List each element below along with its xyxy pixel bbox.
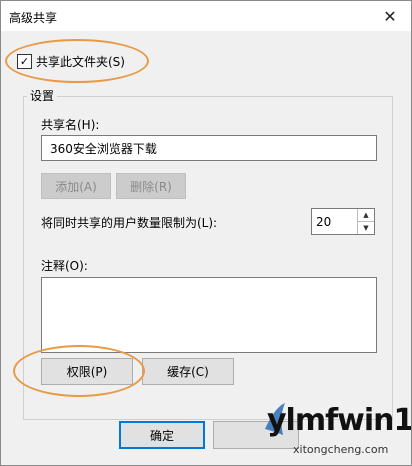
share-name-label: 共享名(H):: [41, 118, 100, 132]
cancel-button[interactable]: [213, 421, 299, 449]
settings-legend: 设置: [27, 87, 58, 104]
share-folder-checkbox-row[interactable]: ✓ 共享此文件夹(S): [17, 53, 125, 70]
user-limit-label: 将同时共享的用户数量限制为(L):: [41, 216, 218, 230]
comment-label: 注释(O):: [41, 259, 88, 273]
arrow-up-icon[interactable]: ▲: [357, 209, 374, 222]
add-button[interactable]: 添加(A): [41, 173, 111, 199]
check-icon: ✓: [19, 55, 30, 68]
advanced-sharing-dialog: 高级共享 ✕ ✓ 共享此文件夹(S) 设置 共享名(H): 360安全浏览器下载…: [0, 0, 412, 466]
watermark-sub-text: xitongcheng.com: [293, 443, 389, 456]
user-limit-stepper[interactable]: 20 ▲ ▼: [311, 208, 375, 235]
ok-button[interactable]: 确定: [119, 421, 205, 449]
share-folder-checkbox[interactable]: ✓: [17, 54, 32, 69]
share-name-value: 360安全浏览器下载: [50, 141, 157, 156]
arrow-down-icon[interactable]: ▼: [357, 222, 374, 234]
share-name-input[interactable]: 360安全浏览器下载: [41, 135, 377, 161]
remove-button[interactable]: 删除(R): [116, 173, 186, 199]
close-icon[interactable]: ✕: [379, 5, 401, 27]
title-bar: 高级共享 ✕: [1, 1, 411, 31]
caching-button[interactable]: 缓存(C): [142, 358, 234, 385]
window-title: 高级共享: [9, 11, 58, 25]
user-limit-value: 20: [316, 215, 332, 229]
comment-textarea[interactable]: [41, 277, 377, 353]
share-folder-label: 共享此文件夹(S): [36, 55, 125, 69]
permissions-button[interactable]: 权限(P): [41, 358, 133, 385]
